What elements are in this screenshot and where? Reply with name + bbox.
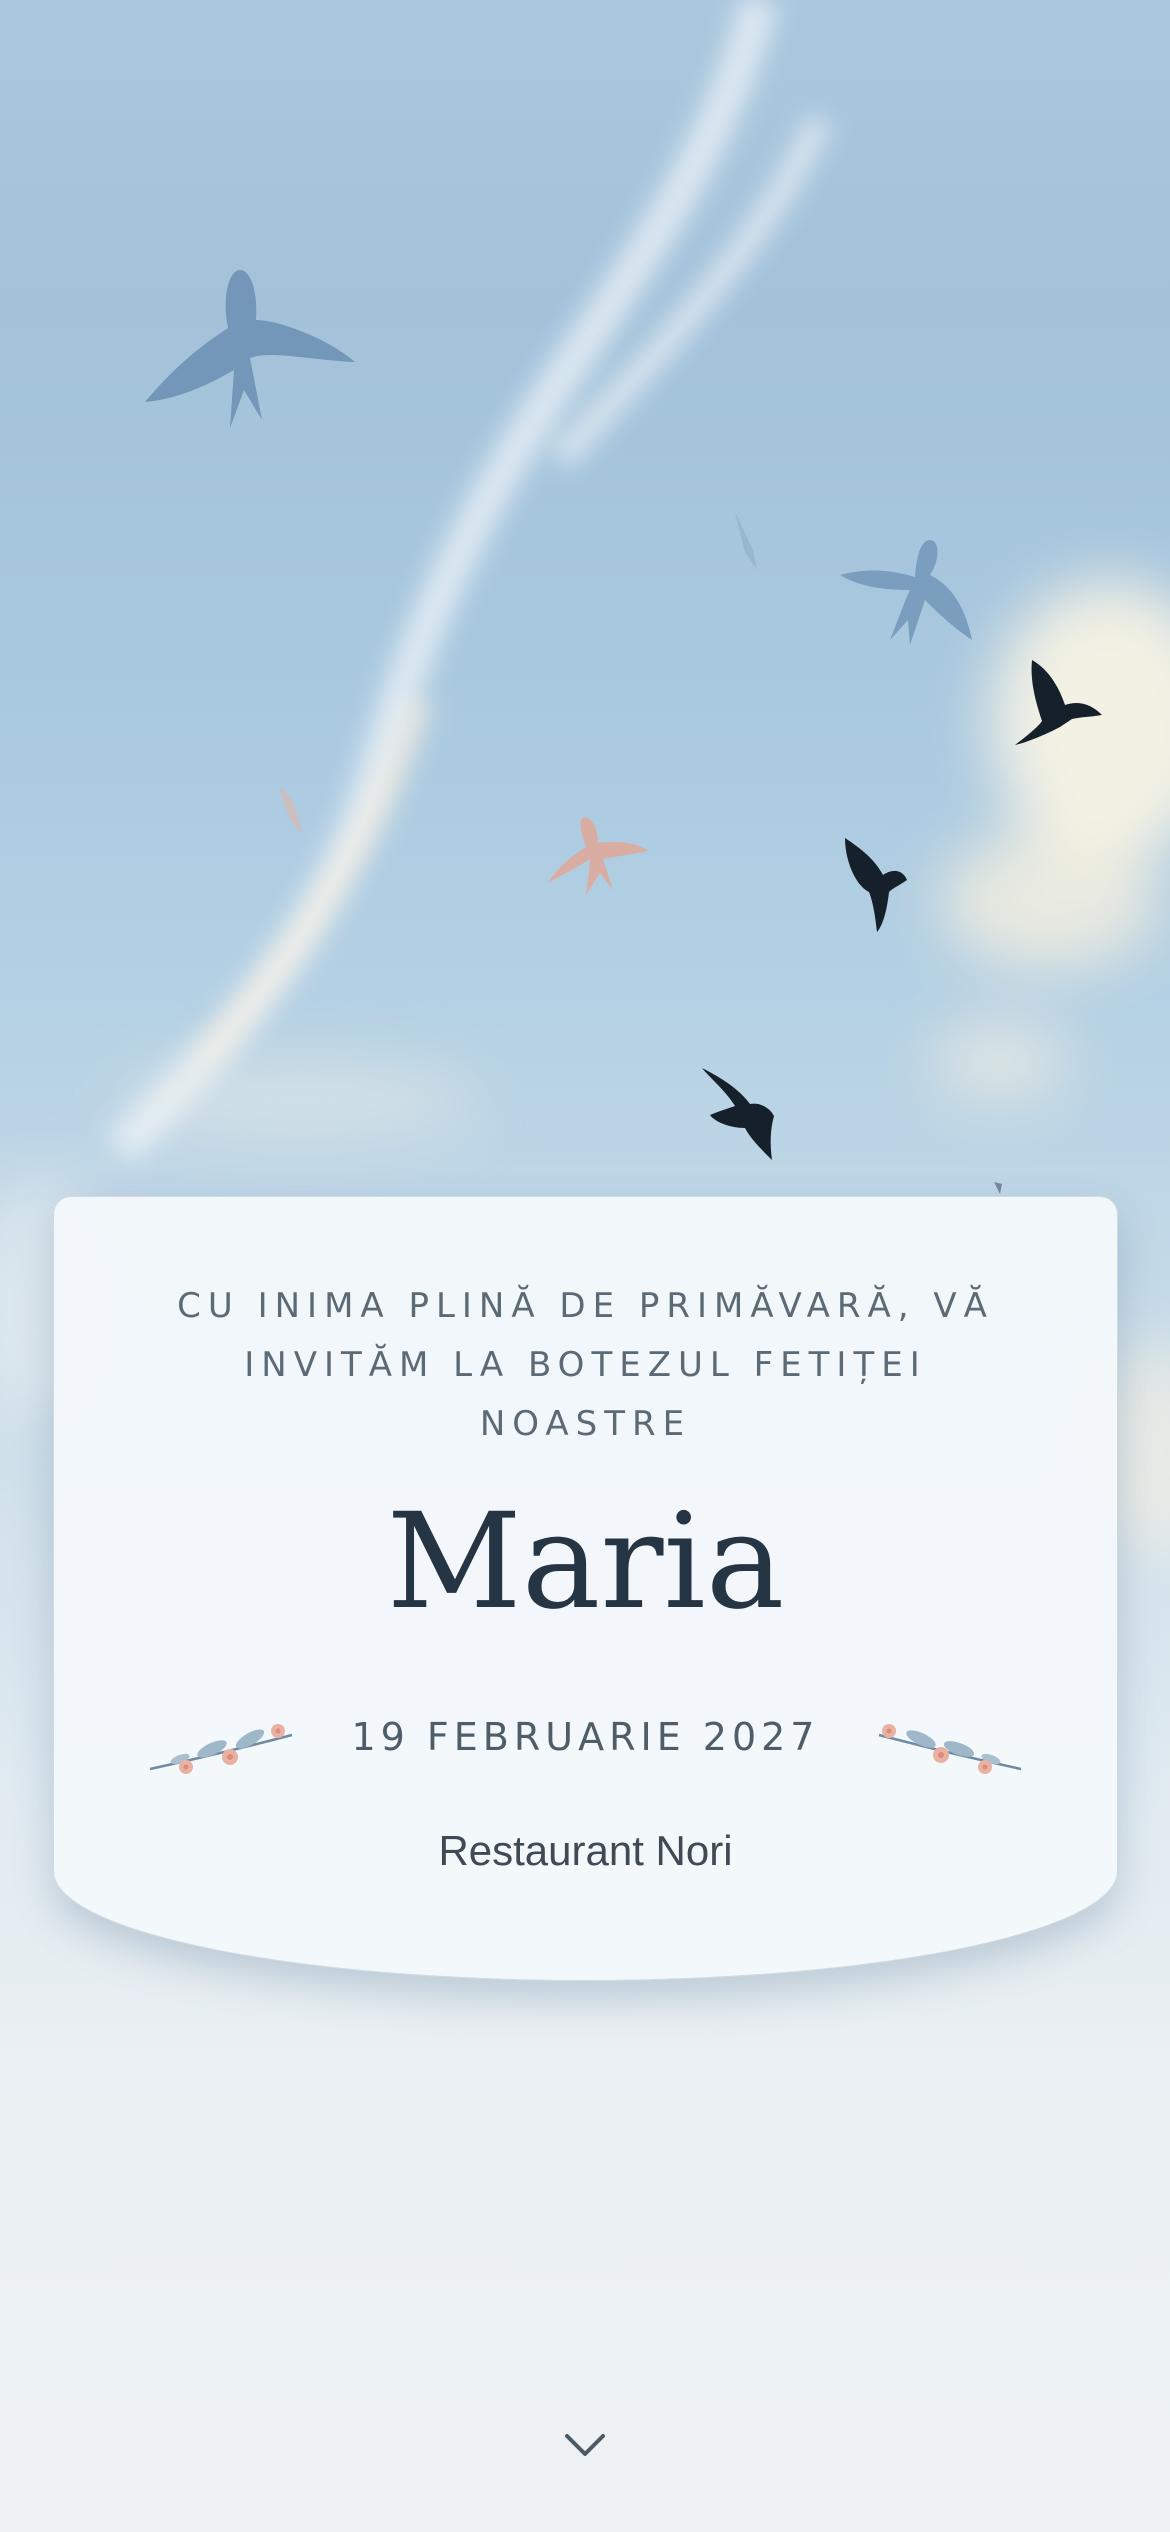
bird-pink-icon <box>548 817 648 895</box>
bird-large-blue-icon <box>145 270 355 428</box>
bird-tiny-icon <box>994 1182 1002 1194</box>
bird-dark-3-icon <box>702 1068 774 1160</box>
invitation-card: CU INIMA PLINĂ DE PRIMĂVARĂ, VĂ INVITĂM … <box>53 1196 1118 1981</box>
event-venue: Restaurant Nori <box>438 1827 733 1874</box>
cloud-wisps <box>106 0 831 1164</box>
invitation-intro-text: CU INIMA PLINĂ DE PRIMĂVARĂ, VĂ INVITĂM … <box>177 1286 994 1444</box>
chevron-down-icon[interactable] <box>563 2430 607 2460</box>
bird-pink-faint-icon <box>280 787 302 833</box>
bird-dark-2-icon <box>845 838 907 932</box>
child-name: Maria <box>386 1485 785 1639</box>
flower-sprig-right-icon <box>878 1724 1022 1774</box>
bird-faint-icon <box>735 512 757 570</box>
bird-mid-blue-icon <box>840 540 972 645</box>
